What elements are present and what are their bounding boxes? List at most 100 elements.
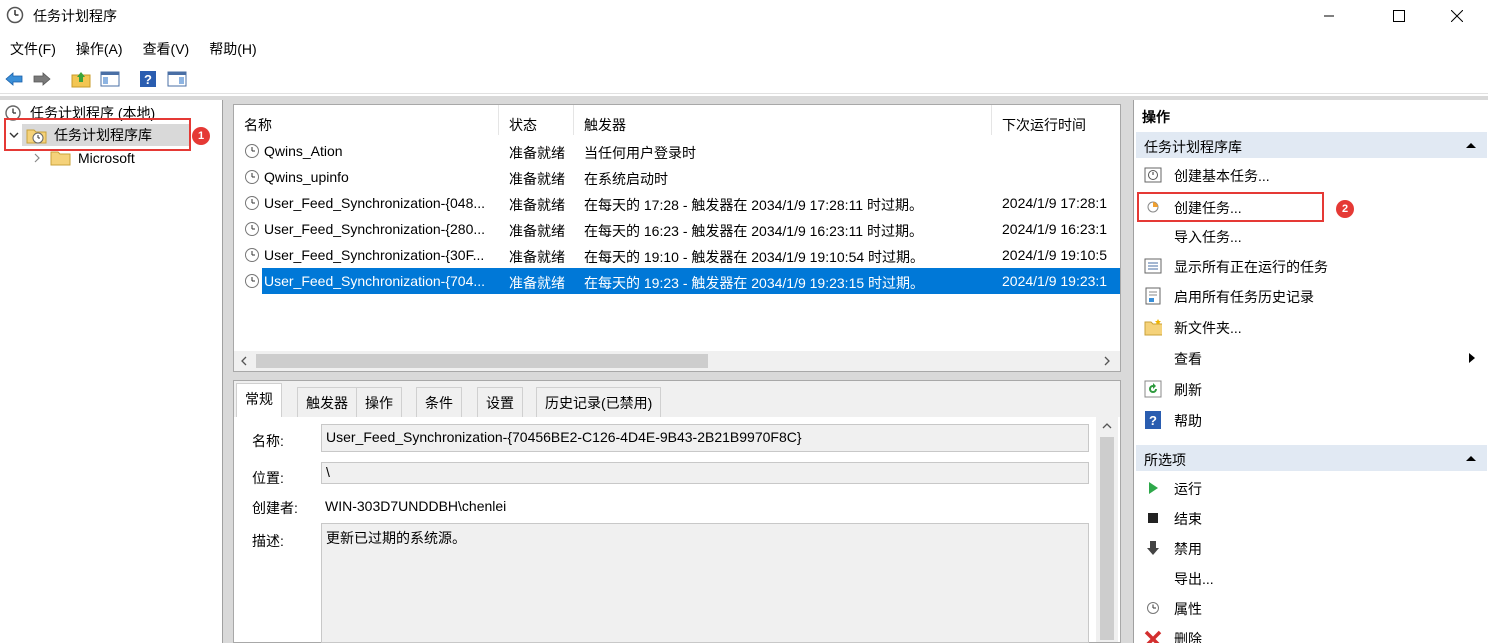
menu-file[interactable]: 文件(F) [0,36,66,60]
collapse-caret-icon[interactable] [1465,141,1477,149]
window-title: 任务计划程序 [33,8,117,24]
action-help[interactable]: ? 帮助 [1134,406,1485,434]
annotation-badge-2: 2 [1336,200,1354,218]
help-button[interactable]: ? [137,68,159,90]
console-tree-icon [100,71,120,87]
menu-bar: 文件(F) 操作(A) 查看(V) 帮助(H) [0,36,1488,60]
action-delete[interactable]: 删除 [1134,624,1485,643]
new-folder-icon [1144,318,1162,336]
back-button[interactable] [3,68,25,90]
actions-section-library[interactable]: 任务计划程序库 [1136,132,1487,158]
show-hide-action-pane-button[interactable] [166,68,188,90]
console-tree: 任务计划程序 (本地) [0,100,223,643]
svg-text:?: ? [1149,413,1157,428]
menu-help[interactable]: 帮助(H) [199,36,266,60]
vertical-scrollbar[interactable] [1096,417,1118,642]
task-scheduler-clock-icon [6,6,24,24]
maximize-button[interactable] [1376,0,1422,32]
action-display-running-tasks[interactable]: 显示所有正在运行的任务 [1134,252,1485,280]
table-row[interactable]: Qwins_Ation 准备就绪 当任何用户登录时 [234,138,1120,164]
table-row-selected[interactable]: User_Feed_Synchronization-{704... 准备就绪 在… [262,268,1120,294]
scroll-right-icon[interactable] [1102,355,1112,367]
section-label: 所选项 [1144,452,1186,468]
action-run[interactable]: 运行 [1134,474,1485,502]
task-next-run: 2024/1/9 19:10:5 [1002,247,1108,263]
vertical-scrollbar-thumb[interactable] [1100,437,1114,640]
create-basic-task-icon [1144,166,1162,184]
tree-item-microsoft-label: Microsoft [78,150,135,166]
scrollbar-thumb[interactable] [256,354,708,368]
show-hide-console-tree-button[interactable] [99,68,121,90]
run-icon [1144,479,1162,497]
action-label: 新文件夹... [1174,320,1242,336]
forward-button[interactable] [31,68,53,90]
location-field[interactable]: \ [321,462,1089,484]
details-tabs: 常规 触发器 操作 条件 设置 历史记录(已禁用) [234,381,1120,417]
menu-view[interactable]: 查看(V) [133,36,200,60]
section-label: 任务计划程序库 [1144,139,1242,155]
action-disable[interactable]: 禁用 [1134,534,1485,562]
disable-arrow-down-icon [1144,539,1162,557]
action-label: 属性 [1174,601,1202,617]
task-status: 准备就绪 [509,197,565,213]
actions-section-selected[interactable]: 所选项 [1136,445,1487,471]
action-label: 导出... [1174,571,1214,587]
tab-actions[interactable]: 操作 [356,387,402,417]
horizontal-scrollbar[interactable] [234,351,1120,371]
task-status: 准备就绪 [509,249,565,265]
action-label: 结束 [1174,511,1202,527]
tab-conditions[interactable]: 条件 [416,387,462,417]
scroll-up-icon[interactable] [1101,421,1113,431]
action-label: 运行 [1174,481,1202,497]
name-label: 名称: [252,433,284,449]
actions-pane-title: 操作 [1142,109,1170,125]
task-name: Qwins_upinfo [264,169,349,185]
tab-settings[interactable]: 设置 [477,387,523,417]
minimize-button[interactable] [1306,0,1352,32]
action-enable-history[interactable]: 启用所有任务历史记录 [1134,282,1485,310]
tab-history[interactable]: 历史记录(已禁用) [536,387,662,417]
tab-general[interactable]: 常规 [236,383,282,417]
task-next-run: 2024/1/9 16:23:1 [1002,221,1108,237]
minimize-icon [1324,15,1334,17]
column-header-next-run[interactable]: 下次运行时间 [992,105,1120,135]
column-header-trigger[interactable]: 触发器 [574,105,992,135]
action-create-basic-task[interactable]: 创建基本任务... [1134,161,1485,189]
scroll-left-icon[interactable] [239,355,249,367]
collapse-caret-icon[interactable] [1465,454,1477,462]
chevron-right-icon[interactable] [32,152,42,164]
action-import-task[interactable]: 导入任务... [1134,222,1485,250]
action-label: 删除 [1174,631,1202,643]
up-folder-button[interactable] [70,68,92,90]
name-field[interactable]: User_Feed_Synchronization-{70456BE2-C126… [321,424,1089,452]
action-label: 显示所有正在运行的任务 [1174,259,1328,275]
column-header-name[interactable]: 名称 [234,105,499,135]
table-row[interactable]: User_Feed_Synchronization-{048... 准备就绪 在… [234,190,1120,216]
task-status: 准备就绪 [509,171,565,187]
action-end[interactable]: 结束 [1134,504,1485,532]
action-label: 查看 [1174,351,1202,367]
task-trigger: 在每天的 19:10 - 触发器在 2034/1/9 19:10:54 时过期。 [584,249,925,265]
table-row[interactable]: User_Feed_Synchronization-{30F... 准备就绪 在… [234,242,1120,268]
action-label: 刷新 [1174,382,1202,398]
action-properties[interactable]: 属性 [1134,594,1485,622]
action-new-folder[interactable]: 新文件夹... [1134,313,1485,341]
action-view[interactable]: 查看 [1134,344,1485,372]
menu-action[interactable]: 操作(A) [66,36,133,60]
column-header-status[interactable]: 状态 [499,105,574,135]
task-name: User_Feed_Synchronization-{30F... [264,247,485,263]
task-list: 名称 状态 触发器 下次运行时间 Qwins_Ation 准备就绪 当任何用户登… [233,104,1121,372]
task-clock-icon [245,196,259,210]
tab-triggers[interactable]: 触发器 [297,387,357,417]
task-name: User_Feed_Synchronization-{280... [264,221,486,237]
close-button[interactable] [1434,0,1480,32]
location-label: 位置: [252,470,284,486]
description-label: 描述: [252,533,284,549]
table-row[interactable]: User_Feed_Synchronization-{280... 准备就绪 在… [234,216,1120,242]
description-field[interactable]: 更新已过期的系统源。 [321,523,1089,643]
action-refresh[interactable]: 刷新 [1134,375,1485,403]
action-export[interactable]: 导出... [1134,564,1485,592]
annotation-box-2 [1137,192,1324,222]
table-row[interactable]: Qwins_upinfo 准备就绪 在系统启动时 [234,164,1120,190]
folder-icon [50,151,71,166]
